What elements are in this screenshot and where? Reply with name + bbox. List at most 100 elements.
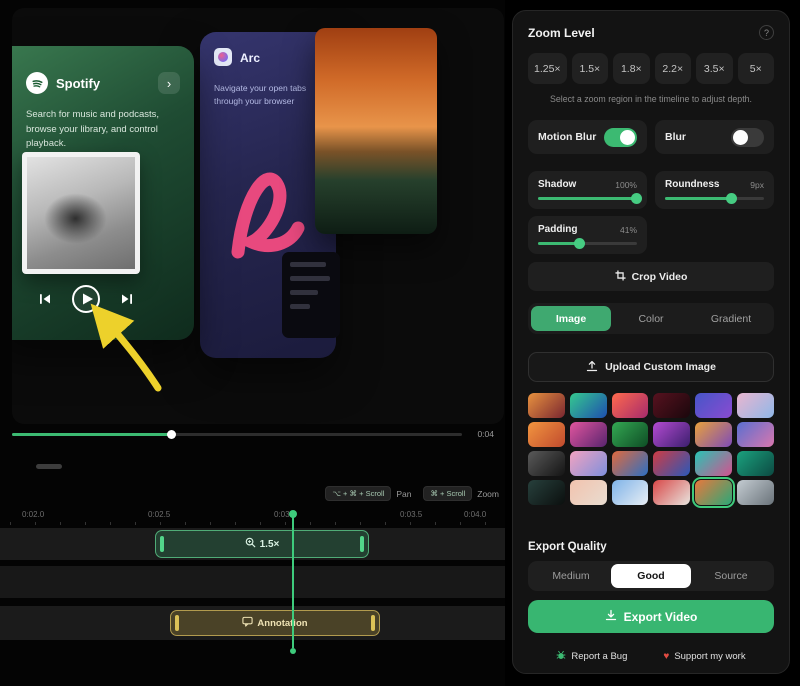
zoom-track[interactable]: 1.5×: [0, 528, 505, 560]
padding-slider[interactable]: [538, 242, 637, 245]
scrubber-knob[interactable]: [167, 430, 176, 439]
crop-icon: [615, 270, 626, 284]
heart-icon: ♥: [663, 652, 669, 662]
magnifier-plus-icon: [245, 537, 256, 551]
annotation-track[interactable]: Annotation: [0, 606, 505, 640]
playback-controls: [38, 284, 134, 319]
segment-right-handle[interactable]: [360, 536, 364, 552]
scrubber-track[interactable]: [12, 433, 462, 436]
wallpaper-thumbnail[interactable]: [612, 393, 649, 418]
shadow-slider[interactable]: [538, 197, 637, 200]
skip-previous-icon: [38, 292, 52, 311]
wallpaper-thumbnail[interactable]: [737, 451, 774, 476]
background-tab[interactable]: Color: [611, 306, 691, 331]
quality-option[interactable]: Medium: [531, 564, 611, 588]
wallpaper-thumbnail[interactable]: [653, 480, 690, 505]
editor-left-pane: Spotify › Search for music and podcasts,…: [0, 0, 505, 686]
scrubber-progress: [12, 433, 172, 436]
slider-knob[interactable]: [631, 193, 642, 204]
segment-left-handle[interactable]: [175, 615, 179, 631]
quality-option[interactable]: Source: [691, 564, 771, 588]
menu-line: [290, 276, 330, 281]
slider-knob[interactable]: [574, 238, 585, 249]
report-bug-link[interactable]: Report a Bug: [556, 650, 627, 663]
panel-footer: Report a Bug ♥ Support my work: [528, 650, 774, 663]
chevron-right-icon: ›: [158, 72, 180, 94]
arc-logo-icon: [214, 48, 232, 66]
wallpaper-thumbnail[interactable]: [570, 480, 607, 505]
padding-slider-card: Padding 41%: [528, 216, 647, 254]
slider-knob[interactable]: [726, 193, 737, 204]
zoom-option-button[interactable]: 1.25×: [528, 53, 567, 84]
wallpaper-thumbnail[interactable]: [528, 480, 565, 505]
support-label: Support my work: [674, 651, 745, 662]
wallpaper-thumbnail[interactable]: [653, 393, 690, 418]
help-icon[interactable]: ?: [759, 25, 774, 40]
playhead[interactable]: [288, 510, 298, 654]
roundness-slider[interactable]: [665, 197, 764, 200]
upload-custom-image-button[interactable]: Upload Custom Image: [528, 352, 774, 382]
wallpaper-thumbnail[interactable]: [653, 451, 690, 476]
support-link[interactable]: ♥ Support my work: [663, 650, 745, 663]
crop-video-button[interactable]: Crop Video: [528, 262, 774, 291]
wallpaper-thumbnail[interactable]: [695, 480, 732, 505]
zoom-option-button[interactable]: 5×: [738, 53, 774, 84]
wallpaper-thumbnail[interactable]: [528, 393, 565, 418]
playback-scrubber[interactable]: 0:04: [10, 428, 502, 442]
wallpaper-thumbnail[interactable]: [570, 393, 607, 418]
wallpaper-thumbnail[interactable]: [612, 480, 649, 505]
pan-hint-label: Pan: [396, 489, 411, 499]
motion-blur-label: Motion Blur: [538, 131, 596, 143]
arc-card-title: Arc: [240, 51, 260, 65]
wallpaper-thumbnail[interactable]: [528, 422, 565, 447]
playhead-line: [292, 516, 294, 648]
wallpaper-thumbnail[interactable]: [695, 393, 732, 418]
motion-blur-toggle[interactable]: [604, 128, 637, 147]
segment-right-handle[interactable]: [371, 615, 375, 631]
wallpaper-thumbnail[interactable]: [528, 451, 565, 476]
zoom-option-button[interactable]: 3.5×: [696, 53, 732, 84]
arc-squiggle-graphic: [224, 148, 314, 268]
spotify-card: Spotify › Search for music and podcasts,…: [12, 46, 194, 340]
wallpaper-thumbnail[interactable]: [695, 422, 732, 447]
wallpaper-thumbnail[interactable]: [695, 451, 732, 476]
panel-resize-handle[interactable]: [36, 464, 62, 469]
time-ruler[interactable]: 0:02.0 0:02.5 0:03.0 0:03.5 0:04.0: [0, 510, 505, 524]
pan-shortcut-keys: ⌥ + ⌘ + Scroll: [325, 486, 391, 501]
zoom-option-button[interactable]: 1.5×: [572, 53, 608, 84]
context-menu-popup: [282, 252, 340, 338]
ruler-tick: 0:03.5: [400, 510, 422, 519]
wallpaper-thumbnail[interactable]: [570, 422, 607, 447]
ruler-minor-ticks: [10, 522, 495, 525]
wallpaper-thumbnail[interactable]: [570, 451, 607, 476]
zoom-shortcut-keys: ⌘ + Scroll: [423, 486, 472, 501]
wallpaper-thumbnail[interactable]: [737, 393, 774, 418]
zoom-option-button[interactable]: 2.2×: [655, 53, 691, 84]
zoom-segment-label: 1.5×: [260, 539, 280, 550]
ruler-tick: 0:04.0: [464, 510, 486, 519]
export-video-button[interactable]: Export Video: [528, 600, 774, 633]
zoom-option-button[interactable]: 1.8×: [613, 53, 649, 84]
roundness-value: 9px: [750, 180, 764, 190]
annotation-segment-label: Annotation: [257, 618, 307, 629]
segment-left-handle[interactable]: [160, 536, 164, 552]
quality-option[interactable]: Good: [611, 564, 691, 588]
menu-line: [290, 262, 326, 267]
wallpaper-thumbnail[interactable]: [612, 422, 649, 447]
spotify-logo-icon: [26, 72, 48, 94]
background-tab[interactable]: Image: [531, 306, 611, 331]
clip-track[interactable]: [0, 566, 505, 598]
wallpaper-thumbnail[interactable]: [653, 422, 690, 447]
zoom-segment[interactable]: 1.5×: [155, 530, 369, 558]
blur-toggle[interactable]: [731, 128, 764, 147]
background-tab[interactable]: Gradient: [691, 306, 771, 331]
spotify-card-description: Search for music and podcasts, browse yo…: [26, 108, 182, 152]
annotation-segment[interactable]: Annotation: [170, 610, 380, 636]
roundness-label: Roundness: [665, 179, 719, 190]
wallpaper-thumbnail[interactable]: [737, 422, 774, 447]
bug-icon: [556, 650, 566, 663]
wallpaper-thumbnail[interactable]: [612, 451, 649, 476]
wallpaper-thumbnail[interactable]: [737, 480, 774, 505]
zoom-level-options: 1.25× 1.5× 1.8× 2.2× 3.5× 5×: [528, 53, 774, 84]
zoom-hint-text: Select a zoom region in the timeline to …: [528, 94, 774, 104]
